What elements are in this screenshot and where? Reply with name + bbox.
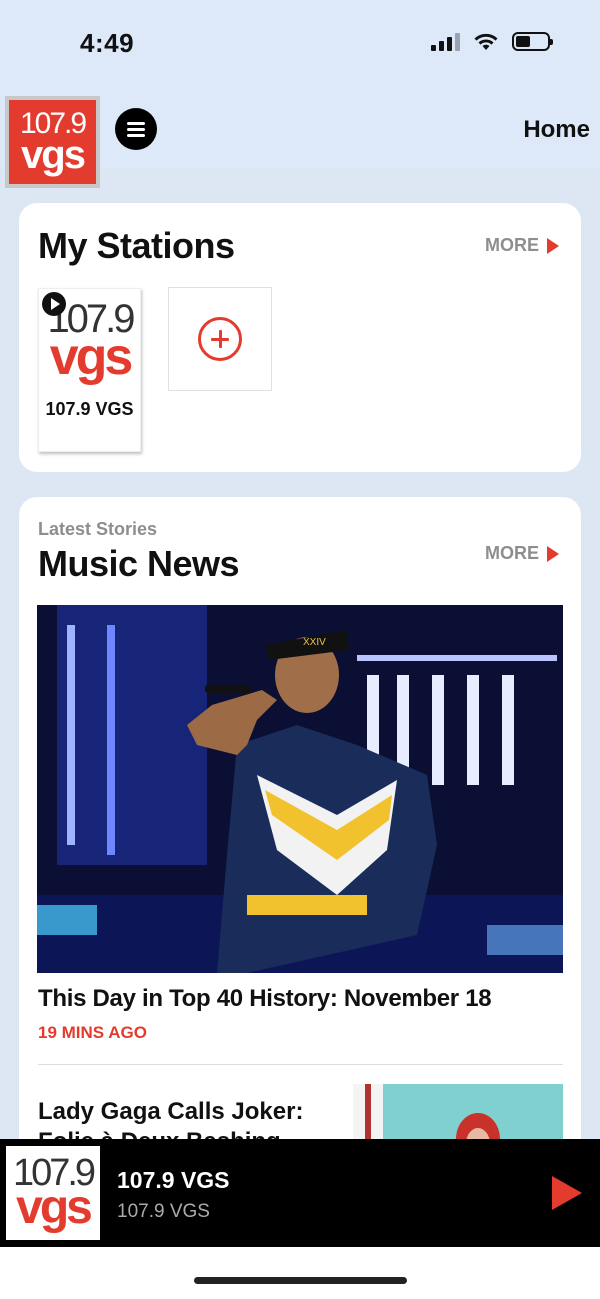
more-label: MORE <box>485 235 539 255</box>
station-tile-logo-letters: vgs <box>49 328 134 386</box>
cellular-signal-icon <box>431 32 460 51</box>
now-playing-subtitle: 107.9 VGS <box>117 1201 210 1222</box>
article-hero-image[interactable]: XXIV <box>37 605 563 973</box>
article-timestamp: 19 MINS AGO <box>38 1023 147 1042</box>
chevron-right-icon <box>547 237 559 254</box>
logo-letters: vgs <box>21 133 86 177</box>
wifi-icon <box>474 33 498 50</box>
app-header: 107.9 vgs Home <box>0 86 600 188</box>
home-indicator[interactable] <box>194 1277 407 1284</box>
my-stations-more-link[interactable]: MORE <box>485 235 559 256</box>
page-title: Home <box>523 116 590 143</box>
hamburger-menu-icon[interactable] <box>115 108 157 150</box>
add-station-button[interactable] <box>168 287 272 391</box>
music-news-card: Latest Stories Music News MORE XXIV This… <box>19 497 581 1217</box>
music-news-title: Music News <box>38 543 240 584</box>
play-icon[interactable] <box>552 1176 582 1210</box>
station-logo[interactable]: 107.9 vgs <box>5 96 100 188</box>
now-playing-logo-letters: vgs <box>16 1181 93 1234</box>
play-icon[interactable] <box>42 292 66 316</box>
my-stations-card: My Stations MORE 107.9 vgs 107.9 VGS <box>19 203 581 472</box>
music-news-more-link[interactable]: MORE <box>485 543 559 564</box>
station-tile-label: 107.9 VGS <box>45 399 134 419</box>
my-stations-title: My Stations <box>38 225 235 266</box>
more-label: MORE <box>485 543 539 563</box>
bottom-safe-area <box>0 1247 600 1299</box>
now-playing-bar[interactable]: 107.9 vgs 107.9 VGS 107.9 VGS <box>0 1139 600 1247</box>
status-icons <box>431 32 553 51</box>
station-tile[interactable]: 107.9 vgs 107.9 VGS <box>38 288 141 452</box>
status-bar: 4:49 <box>0 0 600 86</box>
hat-text: XXIV <box>303 637 326 648</box>
plus-circle-icon <box>198 317 242 361</box>
now-playing-title: 107.9 VGS <box>117 1167 230 1193</box>
news-kicker: Latest Stories <box>38 519 158 539</box>
status-time: 4:49 <box>80 28 135 58</box>
battery-icon <box>512 32 553 51</box>
chevron-right-icon <box>547 545 559 562</box>
article-title[interactable]: This Day in Top 40 History: November 18 <box>38 985 492 1013</box>
divider <box>38 1064 563 1065</box>
now-playing-logo: 107.9 vgs <box>6 1146 100 1240</box>
performer-illustration: XXIV <box>37 605 563 973</box>
